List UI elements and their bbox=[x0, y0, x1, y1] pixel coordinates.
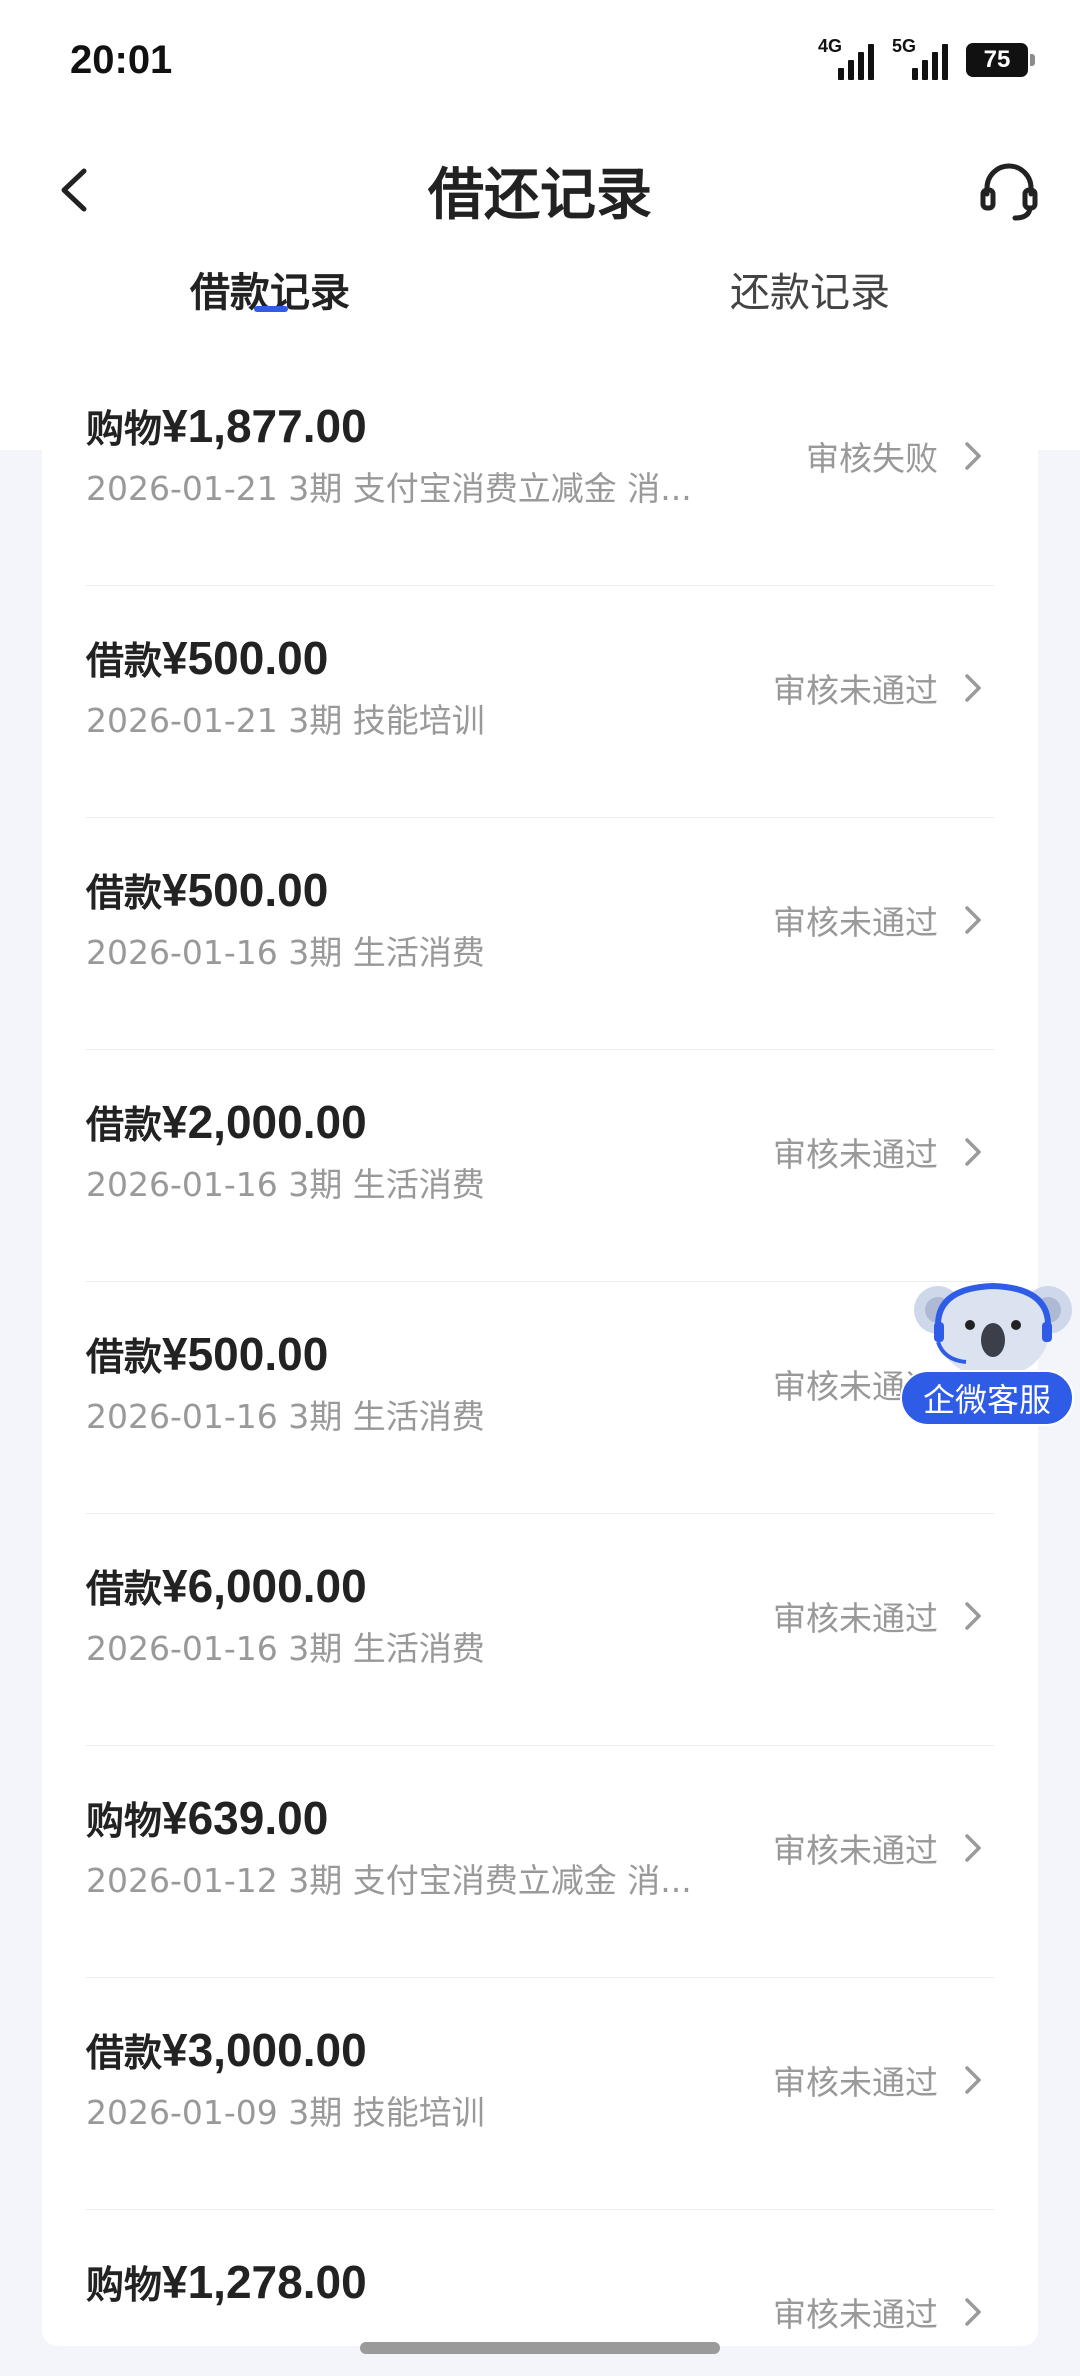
record-amount: ¥1,278.00 bbox=[162, 2256, 367, 2308]
chevron-right-icon bbox=[965, 2066, 981, 2094]
record-row[interactable]: 借款 ¥2,000.00 2026-01-16 3期 生活消费 审核未通过 bbox=[42, 1050, 1038, 1282]
record-amount: ¥2,000.00 bbox=[162, 1096, 367, 1148]
record-detail: 2026-01-16 3期 生活消费 bbox=[86, 1397, 485, 1436]
record-row[interactable]: 借款 ¥500.00 2026-01-21 3期 技能培训 审核未通过 bbox=[42, 586, 1038, 818]
record-amount: ¥639.00 bbox=[162, 1792, 329, 1844]
home-indicator bbox=[360, 2342, 720, 2354]
records-list: 购物 ¥1,877.00 2026-01-21 3期 支付宝消费立减金 消... 审核… bbox=[42, 356, 1038, 2346]
tab-repay-records[interactable]: 还款记录 bbox=[710, 260, 910, 318]
headset-icon bbox=[980, 163, 1038, 221]
chevron-right-icon bbox=[965, 442, 981, 470]
record-status: 审核未通过 bbox=[773, 1135, 938, 1174]
record-type: 借款 bbox=[86, 639, 163, 683]
record-status: 审核未通过 bbox=[773, 671, 938, 710]
record-status: 审核未通过 bbox=[773, 903, 938, 942]
record-type: 借款 bbox=[86, 1567, 163, 1611]
record-type: 购物 bbox=[86, 407, 163, 451]
status-indicators: 4G 5G 75 bbox=[818, 36, 1035, 80]
active-tab-indicator bbox=[254, 306, 288, 312]
chevron-right-icon bbox=[965, 906, 981, 934]
chevron-right-icon bbox=[965, 1602, 981, 1630]
record-tabs: 借款记录 还款记录 bbox=[0, 260, 1080, 330]
record-amount: ¥6,000.00 bbox=[162, 1560, 367, 1612]
battery-level: 75 bbox=[983, 46, 1011, 73]
status-bar: 20:01 4G 5G 75 bbox=[0, 0, 1080, 120]
record-detail: 2026-01-16 3期 生活消费 bbox=[86, 1165, 485, 1204]
record-amount: ¥500.00 bbox=[162, 632, 329, 684]
record-detail: 2026-01-12 3期 支付宝消费立减金 消... bbox=[86, 1861, 692, 1900]
record-title: 购物 ¥639.00 bbox=[86, 1790, 328, 1845]
record-status: 审核失败 bbox=[806, 439, 938, 478]
record-detail: 2026-01-21 3期 技能培训 bbox=[86, 701, 485, 740]
chevron-right-icon bbox=[965, 1834, 981, 1862]
record-title: 借款 ¥3,000.00 bbox=[86, 2022, 367, 2077]
customer-support-button[interactable] bbox=[974, 156, 1044, 226]
record-title: 借款 ¥2,000.00 bbox=[86, 1094, 367, 1149]
signal-4g-icon: 4G bbox=[818, 36, 874, 80]
record-row[interactable]: 借款 ¥500.00 2026-01-16 3期 生活消费 审核未通过 bbox=[42, 818, 1038, 1050]
page-title: 借还记录 bbox=[428, 163, 652, 228]
chevron-right-icon bbox=[965, 2298, 981, 2326]
record-status: 审核未通过 bbox=[773, 2063, 938, 2102]
record-title: 借款 ¥6,000.00 bbox=[86, 1558, 367, 1613]
record-row[interactable]: 购物 ¥1,877.00 2026-01-21 3期 支付宝消费立减金 消... 审核… bbox=[42, 356, 1038, 586]
record-title: 购物 ¥1,278.00 bbox=[86, 2254, 367, 2309]
wecom-service-label[interactable]: 企微客服 bbox=[900, 1370, 1074, 1426]
signal-5g-icon: 5G bbox=[892, 36, 948, 80]
record-detail: 2026-01-09 3期 技能培训 bbox=[86, 2093, 485, 2132]
record-type: 购物 bbox=[86, 2263, 163, 2307]
record-row[interactable]: 借款 ¥3,000.00 2026-01-09 3期 技能培训 审核未通过 bbox=[42, 1978, 1038, 2210]
chevron-right-icon bbox=[965, 1138, 981, 1166]
record-type: 借款 bbox=[86, 871, 163, 915]
record-type: 购物 bbox=[86, 1799, 163, 1843]
record-detail: 2026-01-16 3期 生活消费 bbox=[86, 1629, 485, 1668]
record-amount: ¥1,877.00 bbox=[162, 400, 367, 452]
record-row[interactable]: 借款 ¥6,000.00 2026-01-16 3期 生活消费 审核未通过 bbox=[42, 1514, 1038, 1746]
chevron-right-icon bbox=[965, 674, 981, 702]
record-status: 审核未通过 bbox=[773, 1831, 938, 1870]
record-detail: 2026-01-21 3期 支付宝消费立减金 消... bbox=[86, 469, 692, 508]
record-status: 审核未通过 bbox=[773, 2295, 938, 2334]
wecom-service-float[interactable]: 企微客服 bbox=[898, 1270, 1078, 1430]
status-time: 20:01 bbox=[70, 38, 173, 82]
record-row[interactable]: 借款 ¥500.00 2026-01-16 3期 生活消费 审核未通过 bbox=[42, 1282, 1038, 1514]
record-type: 借款 bbox=[86, 2031, 163, 2075]
record-type: 借款 bbox=[86, 1103, 163, 1147]
record-title: 购物 ¥1,877.00 bbox=[86, 398, 367, 453]
record-title: 借款 ¥500.00 bbox=[86, 630, 328, 685]
battery-icon: 75 bbox=[966, 43, 1035, 77]
record-status: 审核未通过 bbox=[773, 1599, 938, 1638]
record-type: 借款 bbox=[86, 1335, 163, 1379]
record-detail: 2026-01-16 3期 生活消费 bbox=[86, 933, 485, 972]
record-amount: ¥500.00 bbox=[162, 864, 329, 916]
record-title: 借款 ¥500.00 bbox=[86, 1326, 328, 1381]
record-row[interactable]: 购物 ¥1,278.00 审核未通过 bbox=[42, 2210, 1038, 2346]
record-amount: ¥500.00 bbox=[162, 1328, 329, 1380]
record-amount: ¥3,000.00 bbox=[162, 2024, 367, 2076]
record-title: 借款 ¥500.00 bbox=[86, 862, 328, 917]
record-row[interactable]: 购物 ¥639.00 2026-01-12 3期 支付宝消费立减金 消... 审核未通… bbox=[42, 1746, 1038, 1978]
